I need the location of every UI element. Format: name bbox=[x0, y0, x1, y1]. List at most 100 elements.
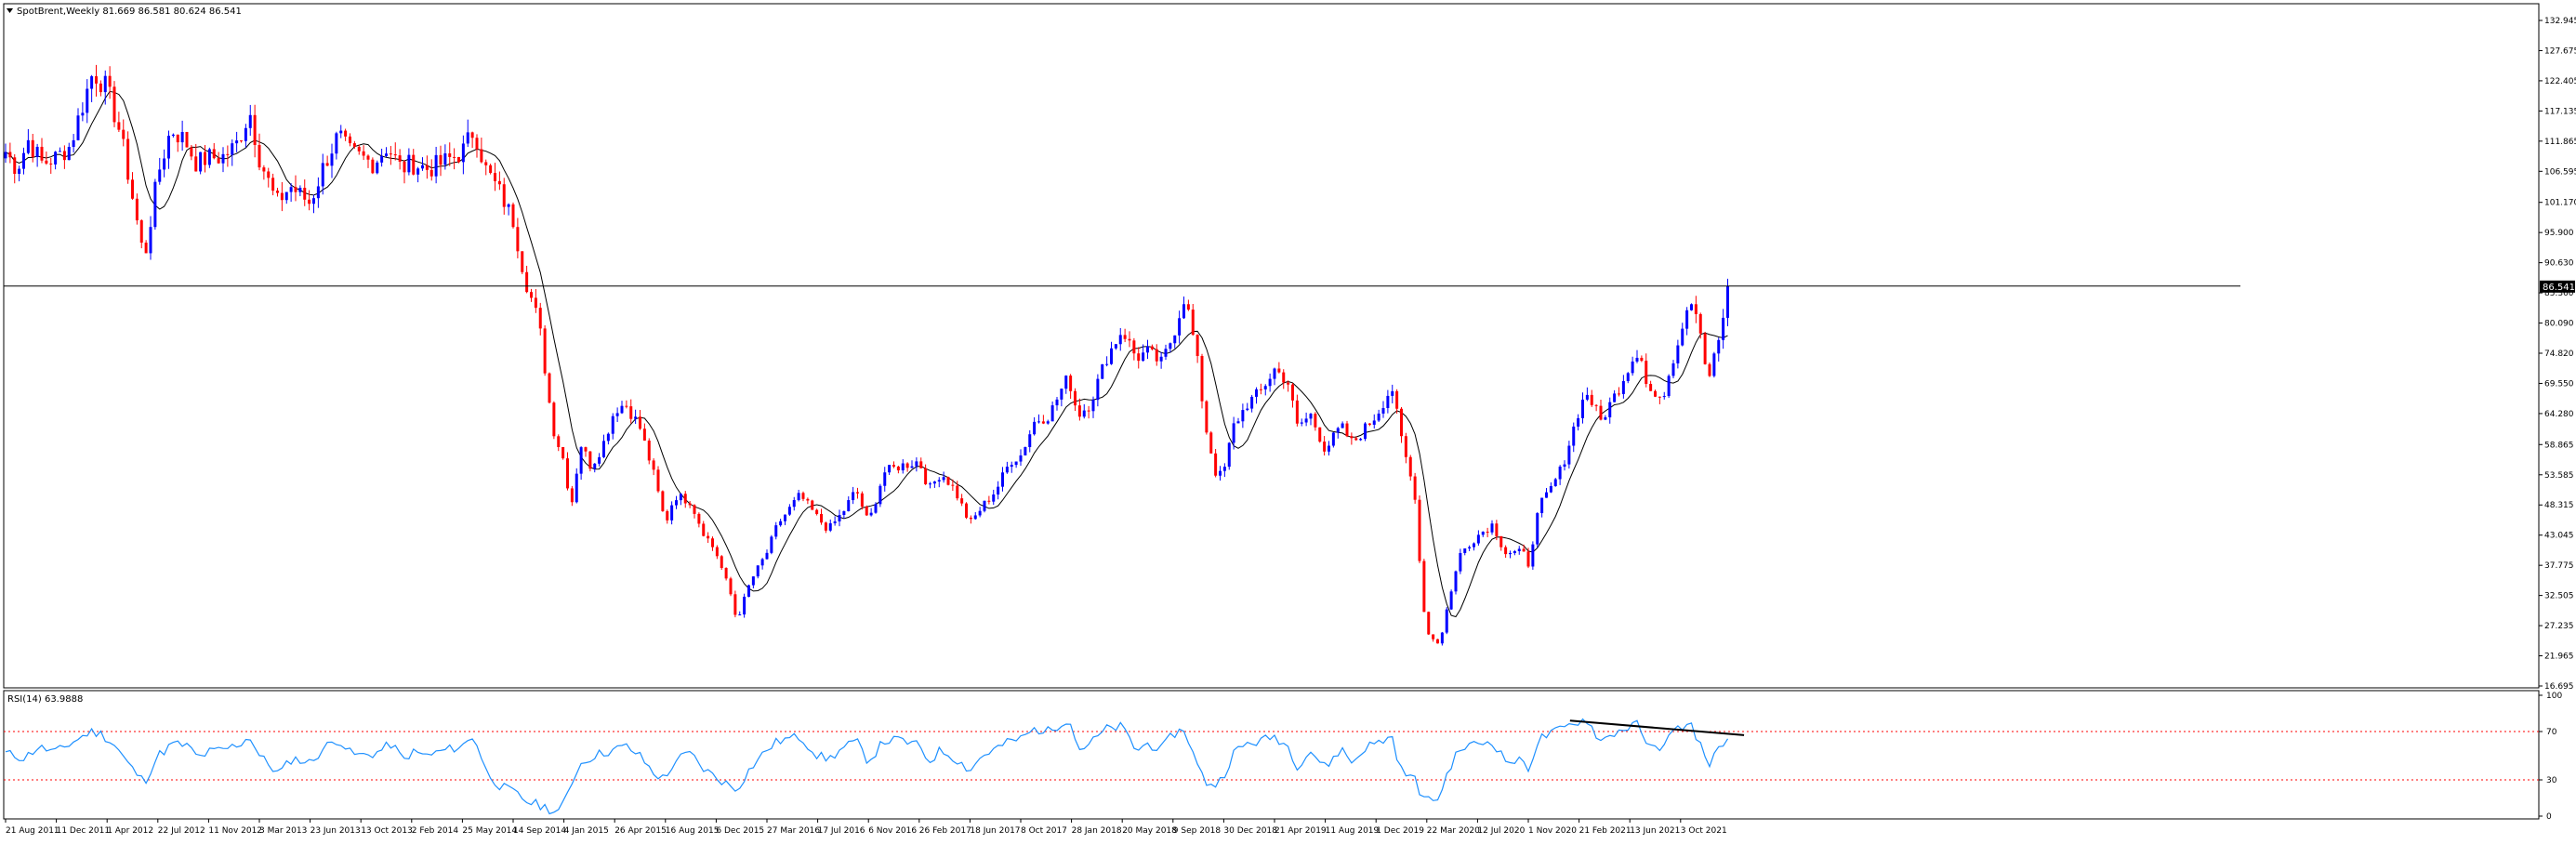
time-axis-label: 4 Jan 2015 bbox=[564, 826, 609, 836]
time-axis-label: 2 Feb 2014 bbox=[412, 826, 459, 836]
candle-body bbox=[262, 167, 266, 172]
candle-body bbox=[978, 510, 982, 516]
time-axis-label: 26 Feb 2017 bbox=[919, 826, 971, 836]
candle-body bbox=[371, 159, 375, 174]
candle-body bbox=[1069, 376, 1073, 391]
candle-body bbox=[751, 576, 755, 586]
candle-body bbox=[1585, 394, 1589, 400]
candle-body bbox=[280, 192, 284, 201]
candle-body bbox=[1191, 310, 1195, 336]
candle-body bbox=[1400, 408, 1403, 437]
candle-body bbox=[1445, 609, 1448, 633]
rsi-pane-header: RSI(14) 63.9888 bbox=[7, 694, 83, 705]
candle-body bbox=[639, 416, 641, 429]
candle-body bbox=[652, 460, 655, 470]
candle-body bbox=[253, 114, 257, 145]
time-axis-label: 17 Jul 2016 bbox=[818, 826, 865, 836]
candle-body bbox=[973, 515, 977, 520]
candle-body bbox=[1590, 394, 1593, 405]
price-axis-label: 111.865 bbox=[2544, 138, 2576, 147]
candle-body bbox=[1341, 423, 1344, 429]
time-axis-label: 30 Dec 2018 bbox=[1223, 826, 1277, 836]
candle-body bbox=[1522, 548, 1526, 552]
candle-body bbox=[507, 204, 510, 207]
candle-body bbox=[951, 484, 955, 486]
candle-body bbox=[756, 565, 760, 577]
candle-body bbox=[1708, 363, 1711, 376]
candle-body bbox=[76, 115, 80, 140]
candle-body bbox=[22, 152, 25, 169]
candle-body bbox=[548, 373, 551, 403]
candle-body bbox=[1459, 552, 1462, 572]
price-axis-label: 48.315 bbox=[2544, 501, 2574, 510]
candle-body bbox=[733, 594, 737, 615]
candle-body bbox=[158, 169, 162, 182]
candle-body bbox=[139, 220, 143, 244]
candle-body bbox=[606, 433, 610, 442]
candle-body bbox=[937, 480, 941, 482]
candle-body bbox=[289, 187, 293, 192]
rsi-axis-label: 100 bbox=[2546, 692, 2562, 701]
price-axis-label: 53.585 bbox=[2544, 471, 2574, 481]
time-axis-label: 21 Feb 2021 bbox=[1579, 826, 1631, 836]
candle-body bbox=[1681, 328, 1684, 346]
candle-body bbox=[298, 188, 302, 192]
candle-body bbox=[484, 162, 488, 165]
candle-body bbox=[1268, 378, 1272, 387]
time-axis-label: 3 Oct 2021 bbox=[1681, 826, 1727, 836]
candle-body bbox=[149, 227, 152, 254]
time-axis-label: 9 Sep 2018 bbox=[1173, 826, 1222, 836]
candle-body bbox=[40, 146, 44, 161]
price-axis-label: 32.505 bbox=[2544, 592, 2574, 601]
time-axis-label: 13 Oct 2013 bbox=[361, 826, 413, 836]
candle-body bbox=[1635, 357, 1639, 362]
candle-body bbox=[49, 163, 53, 165]
candle-body bbox=[112, 86, 116, 123]
chart-svg: 132.945 127.675 122.405 117.135 111.865 106.5… bbox=[0, 0, 2576, 840]
candle-body bbox=[521, 251, 524, 272]
candle-body bbox=[235, 140, 239, 144]
candle-body bbox=[1186, 304, 1190, 310]
candle-body bbox=[1621, 380, 1625, 394]
candle-body bbox=[543, 328, 547, 374]
candle-body bbox=[1536, 513, 1539, 545]
candle-body bbox=[878, 485, 882, 505]
candle-body bbox=[1545, 492, 1548, 498]
candle-body bbox=[497, 180, 501, 185]
candle-body bbox=[1096, 378, 1100, 401]
chart-window: 132.945 127.675 122.405 117.135 111.865 106.5… bbox=[0, 0, 2576, 840]
candle-body bbox=[248, 114, 252, 128]
candle-body bbox=[316, 186, 320, 199]
candle-body bbox=[1200, 356, 1204, 402]
candle-body bbox=[942, 477, 945, 481]
candle-body bbox=[1558, 466, 1562, 480]
candle-body bbox=[1517, 548, 1521, 551]
price-axis-label: 43.045 bbox=[2544, 532, 2574, 541]
candle-body bbox=[1395, 390, 1399, 409]
candle-body bbox=[656, 469, 660, 492]
candle-body bbox=[163, 158, 166, 170]
time-axis-label: 25 May 2014 bbox=[462, 826, 517, 836]
candle-body bbox=[443, 153, 447, 165]
candle-body bbox=[1577, 417, 1580, 427]
candle-body bbox=[1132, 340, 1136, 354]
candle-body bbox=[1300, 422, 1303, 424]
candle-body bbox=[1082, 410, 1086, 417]
candle-body bbox=[461, 143, 465, 163]
candle-body bbox=[1372, 420, 1376, 425]
candle-body bbox=[18, 168, 21, 175]
price-axis-label: 16.695 bbox=[2544, 682, 2574, 692]
candle-body bbox=[1367, 423, 1371, 425]
price-axis-label: 21.965 bbox=[2544, 653, 2574, 662]
candle-body bbox=[303, 188, 307, 200]
candle-body bbox=[1631, 361, 1634, 374]
candle-body bbox=[185, 132, 189, 148]
candle-body bbox=[983, 500, 986, 511]
time-axis-label: 28 Jan 2018 bbox=[1072, 826, 1122, 836]
time-axis-label: 6 Nov 2016 bbox=[868, 826, 917, 836]
time-axis-label: 12 Jul 2020 bbox=[1477, 826, 1525, 836]
candle-body bbox=[593, 463, 597, 469]
candle-body bbox=[919, 461, 923, 468]
candle-body bbox=[1128, 338, 1131, 341]
candle-body bbox=[335, 133, 338, 154]
